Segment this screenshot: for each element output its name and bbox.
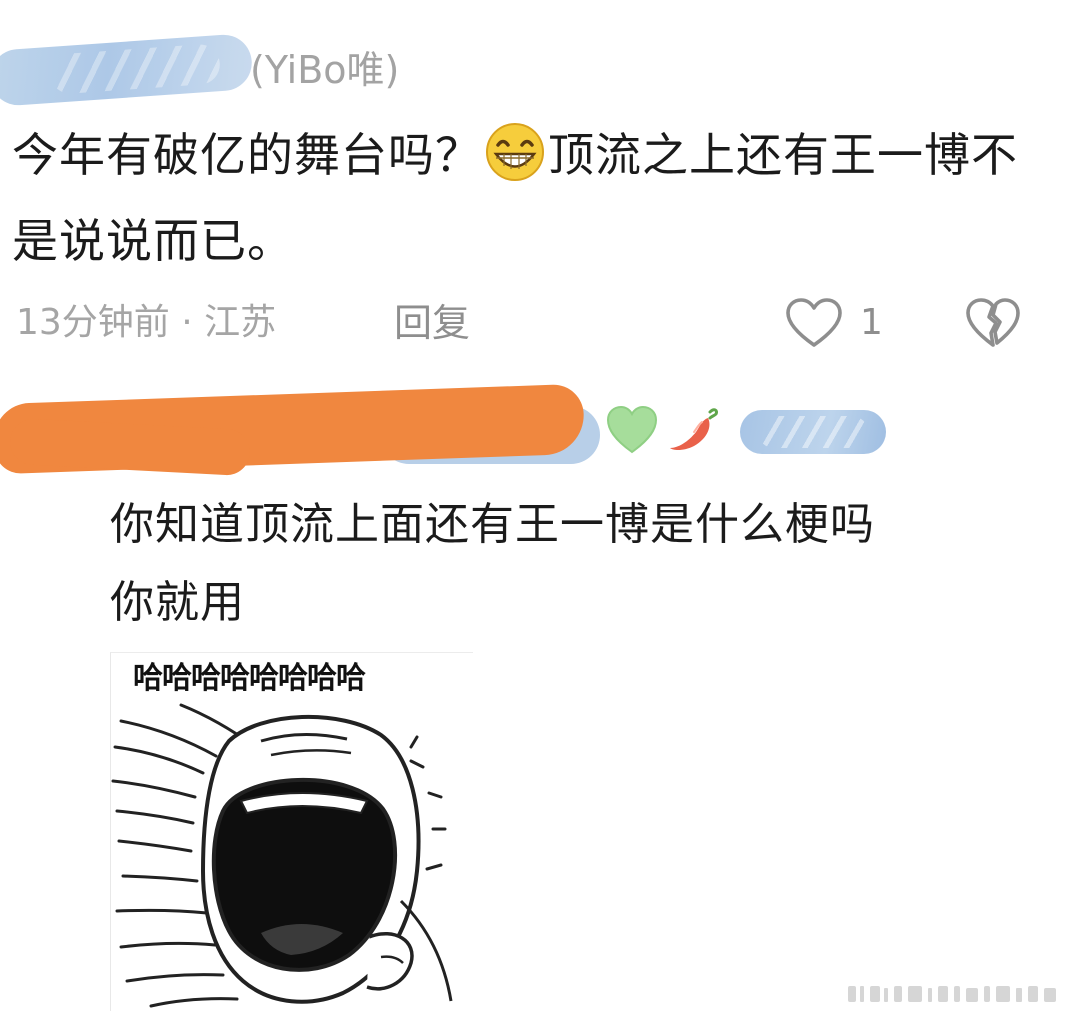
comment-thread: (YiBo唯) 今年有破亿的舞台吗？ 顶流之上还有王一博不是说说而已。 13分钟… (0, 0, 1074, 1011)
timestamp-location: 13分钟前 · 江苏 (16, 302, 277, 343)
like-count: 1 (860, 302, 883, 343)
green-heart-icon (606, 405, 658, 454)
meme-caption: 哈哈哈哈哈哈哈哈 (133, 661, 366, 696)
comment-1-text: 今年有破亿的舞台吗？ 顶流之上还有王一博不是说说而已。 (12, 112, 1022, 284)
heart-outline-icon (786, 298, 842, 347)
comment-2-text: 你知道顶流上面还有王一博是什么梗吗 你就用 (110, 486, 1050, 642)
reply-button[interactable]: 回复 (394, 295, 470, 351)
grinning-face-emoji-icon (484, 121, 546, 183)
comment-1-text-part1: 今年有破亿的舞台吗？ (12, 128, 482, 182)
laughing-face-drawing (111, 703, 453, 1008)
meme-image[interactable]: 哈哈哈哈哈哈哈哈 (110, 652, 473, 1011)
watermark-logo (848, 986, 1056, 1002)
redacted-badge (740, 410, 886, 454)
comment-2-header (0, 378, 1074, 478)
redacted-username (0, 32, 254, 108)
comment-2-line-1: 你知道顶流上面还有王一博是什么梗吗 (110, 499, 875, 550)
broken-heart-icon (966, 298, 1020, 347)
chili-pepper-icon (670, 408, 718, 451)
comment-2-line-2: 你就用 (110, 577, 245, 628)
comment-1-meta: 13分钟前 · 江苏 回复 1 (12, 295, 1062, 351)
comment-1-header: (YiBo唯) (0, 32, 500, 108)
like-button[interactable]: 1 (784, 297, 904, 349)
username-suffix[interactable]: (YiBo唯) (250, 44, 399, 96)
dislike-button[interactable] (964, 297, 1022, 349)
